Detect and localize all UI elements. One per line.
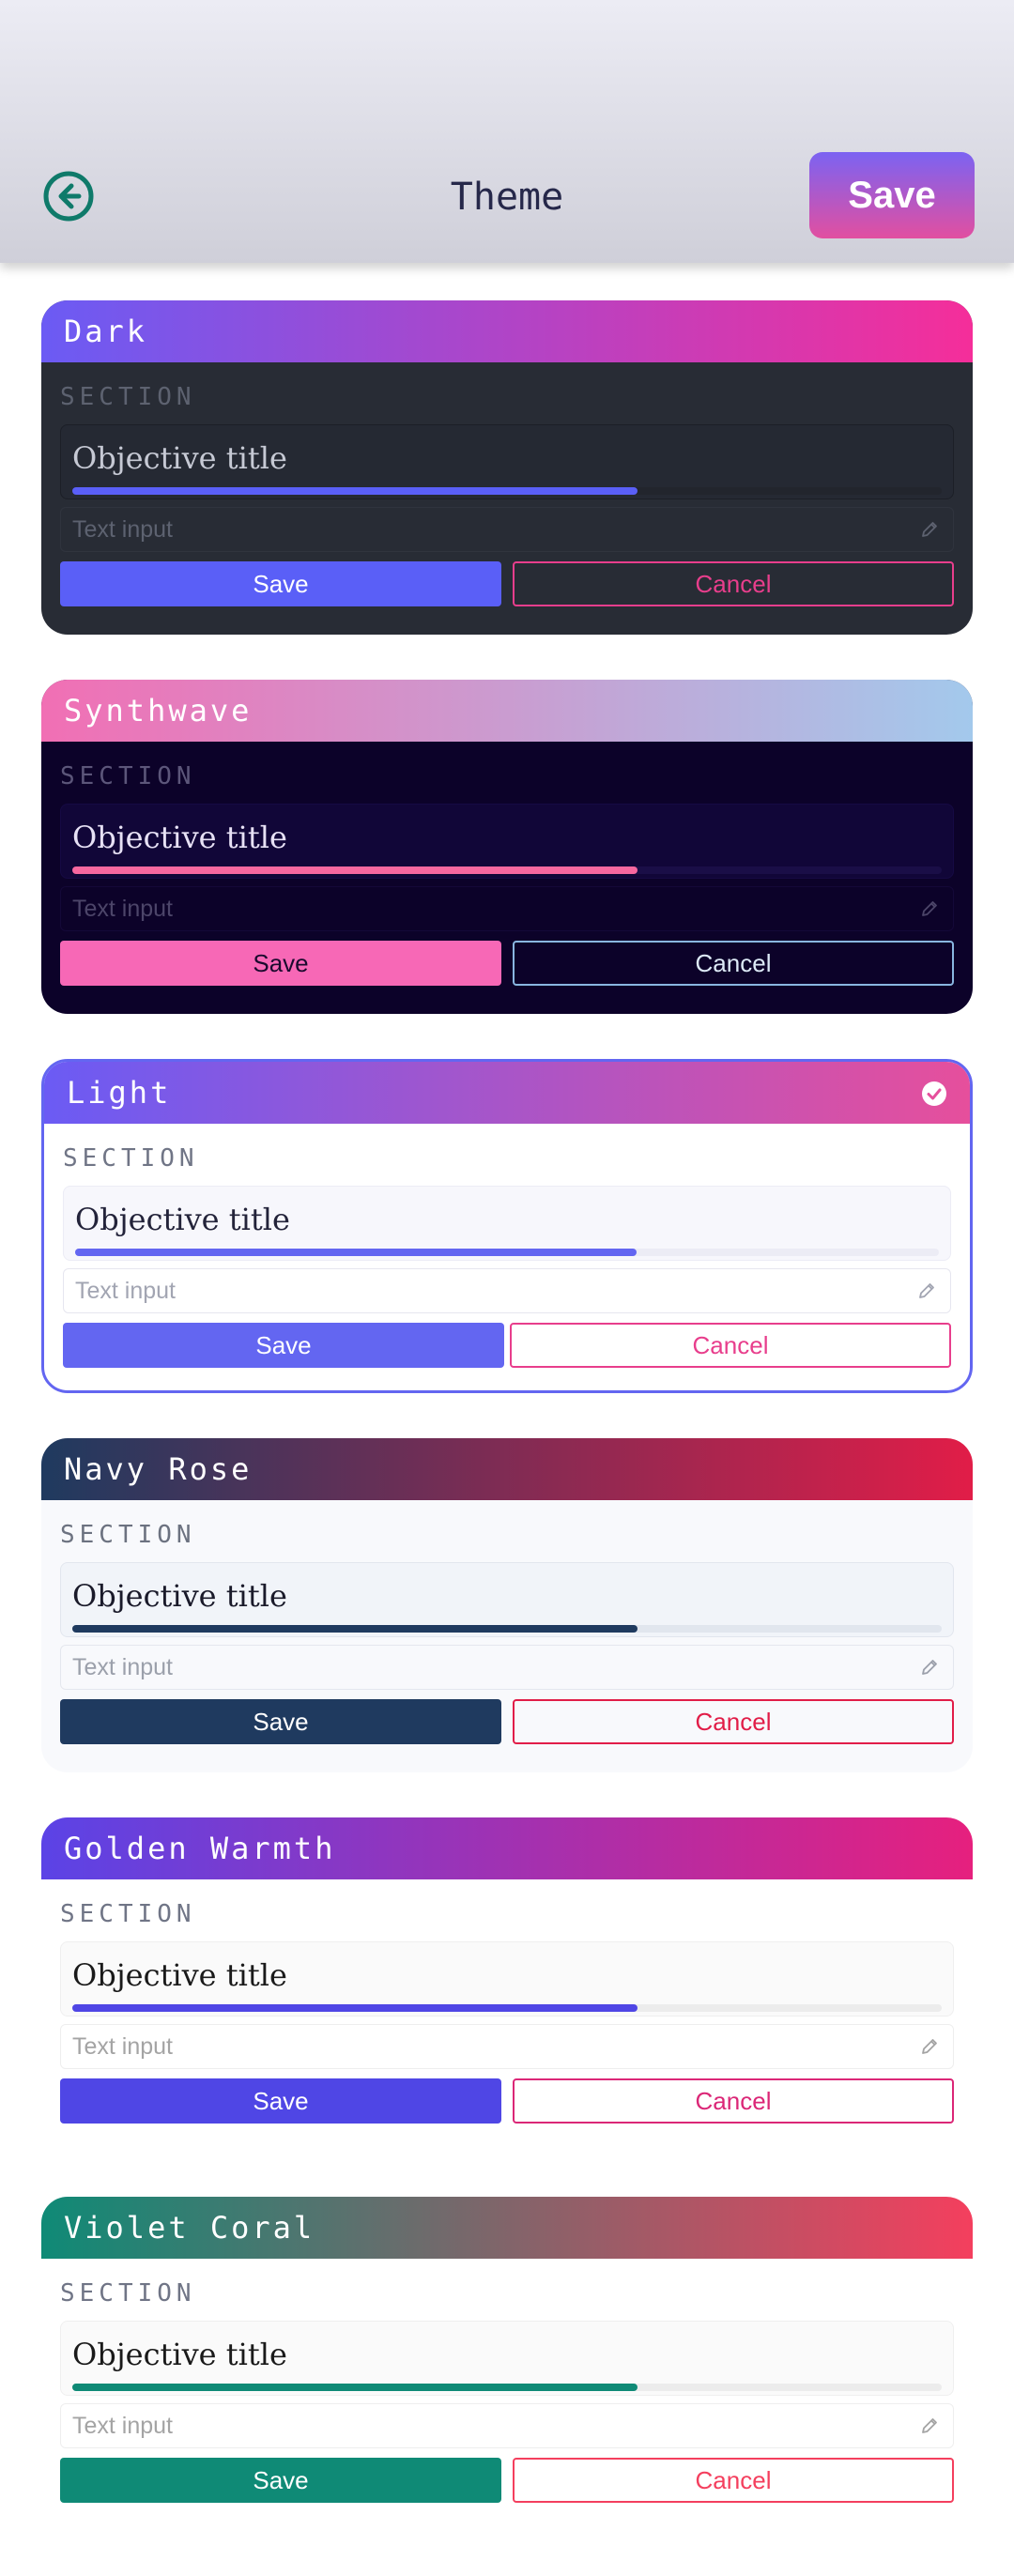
objective-title: Objective title — [75, 1202, 290, 1237]
progress-bar — [72, 2004, 942, 2012]
text-input-field[interactable] — [75, 1277, 901, 1305]
text-input[interactable] — [60, 1645, 954, 1690]
objective-title: Objective title — [72, 1578, 287, 1614]
progress-bar — [72, 866, 942, 874]
theme-preview: SECTION Objective title Save Cancel — [41, 1500, 973, 1744]
preview-cancel-button[interactable]: Cancel — [510, 1323, 951, 1368]
section-label: SECTION — [63, 1144, 199, 1173]
pencil-icon — [922, 1660, 937, 1675]
text-input-field[interactable] — [72, 1653, 899, 1681]
progress-bar — [72, 1625, 942, 1633]
text-input[interactable] — [60, 2024, 954, 2069]
theme-name: Light — [67, 1075, 172, 1111]
progress-bar — [75, 1249, 939, 1256]
preview-save-button[interactable]: Save — [60, 1699, 501, 1744]
objective-card: Objective title — [63, 1186, 951, 1261]
theme-name: Navy Rose — [64, 1451, 253, 1487]
preview-cancel-button[interactable]: Cancel — [513, 2458, 954, 2503]
pencil-icon — [922, 901, 937, 916]
preview-save-button[interactable]: Save — [60, 2458, 501, 2503]
button-row: Save Cancel — [60, 941, 954, 986]
theme-name: Dark — [64, 314, 148, 349]
text-input-field[interactable] — [72, 515, 899, 544]
theme-name: Synthwave — [64, 693, 253, 728]
section-label: SECTION — [60, 1521, 196, 1549]
theme-card-header: Dark — [41, 300, 973, 362]
theme-card-header: Navy Rose — [41, 1438, 973, 1500]
theme-preview: SECTION Objective title Save Cancel — [41, 362, 973, 606]
theme-card[interactable]: Violet Coral SECTION Objective title Sav… — [41, 2197, 973, 2531]
pencil-icon — [922, 2418, 937, 2433]
preview-save-button[interactable]: Save — [60, 2078, 501, 2124]
progress-fill — [72, 866, 638, 874]
text-input-field[interactable] — [72, 2032, 899, 2061]
section-label: SECTION — [60, 383, 196, 411]
progress-fill — [72, 2004, 638, 2012]
objective-title: Objective title — [72, 440, 287, 476]
objective-card: Objective title — [60, 2321, 954, 2396]
objective-card: Objective title — [60, 424, 954, 499]
pencil-icon — [922, 522, 937, 537]
theme-card-header: Golden Warmth — [41, 1817, 973, 1879]
objective-card: Objective title — [60, 804, 954, 879]
section-label: SECTION — [60, 762, 196, 790]
theme-card[interactable]: Dark SECTION Objective title Save Cancel — [41, 300, 973, 635]
pencil-icon — [922, 2039, 937, 2054]
progress-fill — [72, 2384, 638, 2391]
theme-card[interactable]: Golden Warmth SECTION Objective title Sa… — [41, 1817, 973, 2152]
theme-card[interactable]: Synthwave SECTION Objective title Save C… — [41, 680, 973, 1014]
app-header: Theme Save — [0, 0, 1014, 263]
theme-list: Dark SECTION Objective title Save Cancel — [41, 300, 973, 2576]
objective-title: Objective title — [72, 1957, 287, 1993]
progress-bar — [72, 2384, 942, 2391]
text-input[interactable] — [60, 886, 954, 931]
objective-card: Objective title — [60, 1562, 954, 1637]
theme-card[interactable]: Navy Rose SECTION Objective title Save C… — [41, 1438, 973, 1772]
objective-title: Objective title — [72, 2337, 287, 2372]
theme-preview: SECTION Objective title Save Cancel — [44, 1124, 970, 1368]
theme-name: Violet Coral — [64, 2210, 315, 2246]
preview-cancel-button[interactable]: Cancel — [513, 1699, 954, 1744]
button-row: Save Cancel — [60, 2078, 954, 2124]
preview-save-button[interactable]: Save — [60, 941, 501, 986]
button-row: Save Cancel — [60, 561, 954, 606]
check-circle-icon — [922, 1081, 946, 1106]
text-input-field[interactable] — [72, 895, 899, 923]
theme-name: Golden Warmth — [64, 1831, 336, 1866]
theme-card[interactable]: Light SECTION Objective title Text input… — [41, 1059, 973, 1393]
theme-card-header: Violet Coral — [41, 2197, 973, 2259]
text-input[interactable] — [60, 507, 954, 552]
pencil-icon — [919, 1283, 934, 1298]
progress-bar — [72, 487, 942, 495]
button-row: Save Cancel — [60, 1699, 954, 1744]
progress-fill — [72, 1625, 638, 1633]
theme-preview: SECTION Objective title Save Cancel — [41, 1879, 973, 2124]
text-input-field[interactable] — [72, 2412, 899, 2440]
button-row: Save Cancel — [63, 1323, 951, 1368]
theme-card-header: Synthwave — [41, 680, 973, 742]
preview-cancel-button[interactable]: Cancel — [513, 941, 954, 986]
preview-save-button[interactable]: Save — [63, 1323, 504, 1368]
objective-card: Objective title — [60, 1941, 954, 2016]
text-input[interactable] — [60, 2403, 954, 2448]
progress-fill — [75, 1249, 637, 1256]
theme-preview: SECTION Objective title Save Cancel — [41, 2259, 973, 2503]
preview-cancel-button[interactable]: Cancel — [513, 2078, 954, 2124]
theme-card-header: Light — [44, 1062, 970, 1124]
section-label: SECTION — [60, 2279, 196, 2308]
preview-cancel-button[interactable]: Cancel — [513, 561, 954, 606]
objective-title: Objective title — [72, 820, 287, 855]
progress-fill — [72, 487, 638, 495]
button-row: Save Cancel — [60, 2458, 954, 2503]
save-button[interactable]: Save — [809, 152, 975, 238]
section-label: SECTION — [60, 1900, 196, 1928]
preview-save-button[interactable]: Save — [60, 561, 501, 606]
text-input[interactable] — [63, 1268, 951, 1313]
theme-preview: SECTION Objective title Save Cancel — [41, 742, 973, 986]
